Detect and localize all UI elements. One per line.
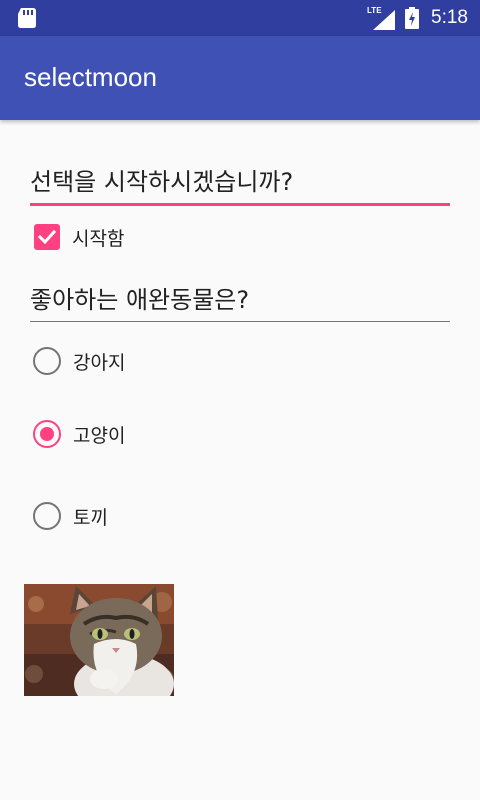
radio-cat-label: 고양이	[73, 424, 126, 447]
checkbox-checked-icon[interactable]	[34, 224, 60, 250]
radio-unchecked-icon[interactable]	[33, 347, 61, 375]
sd-card-icon	[18, 8, 36, 28]
pet-question-field[interactable]: 좋아하는 애완동물은?	[30, 280, 450, 322]
start-checkbox[interactable]: 시작함	[34, 222, 124, 252]
status-bar: LTE 5:18	[0, 0, 480, 36]
app-bar: selectmoon	[0, 36, 480, 120]
radio-rabbit-label: 토끼	[73, 506, 108, 529]
radio-dog-label: 강아지	[73, 351, 126, 374]
app-title: selectmoon	[24, 62, 157, 92]
radio-checked-icon[interactable]	[33, 420, 61, 448]
radio-rabbit[interactable]: 토끼	[33, 500, 108, 532]
start-question-field[interactable]: 선택을 시작하시겠습니까?	[30, 162, 450, 206]
start-checkbox-label: 시작함	[72, 227, 125, 250]
radio-cat[interactable]: 고양이	[33, 418, 125, 450]
clock: 5:18	[431, 7, 468, 28]
radio-dot	[40, 427, 54, 441]
cat-image	[24, 584, 174, 696]
lte-signal-icon: LTE	[367, 6, 397, 30]
radio-unchecked-icon[interactable]	[33, 502, 61, 530]
radio-dog[interactable]: 강아지	[33, 345, 125, 377]
battery-charging-icon	[405, 7, 420, 29]
